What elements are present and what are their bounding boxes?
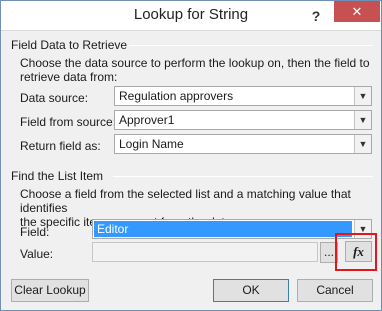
divider: [113, 176, 373, 177]
description-line: retrieve data from:: [20, 70, 118, 84]
close-button[interactable]: ✕: [334, 1, 380, 22]
return-field-dropdown[interactable]: Login Name ▼: [114, 134, 372, 154]
value-input[interactable]: [92, 242, 318, 262]
section-title-field-data: Field Data to Retrieve: [11, 38, 128, 52]
highlight-box: [335, 233, 377, 271]
field-label: Field:: [20, 225, 50, 239]
chevron-down-icon[interactable]: ▼: [354, 135, 371, 153]
lookup-dialog: Lookup for String ? ✕ Field Data to Retr…: [0, 0, 382, 311]
cancel-button[interactable]: Cancel: [297, 279, 373, 302]
value-label: Value:: [20, 247, 54, 261]
clear-lookup-button[interactable]: Clear Lookup: [11, 279, 89, 302]
field-dropdown[interactable]: Editor ▼: [92, 219, 372, 239]
field-from-source-dropdown[interactable]: Approver1 ▼: [114, 110, 372, 130]
field-data-description: Choose the data source to perform the lo…: [20, 56, 370, 84]
return-field-value: Login Name: [119, 137, 184, 151]
chevron-down-icon[interactable]: ▼: [354, 87, 371, 105]
return-field-label: Return field as:: [20, 139, 101, 153]
data-source-value: Regulation approvers: [119, 89, 234, 103]
field-from-source-label: Field from source:: [20, 115, 117, 129]
field-value-selected: Editor: [93, 220, 353, 238]
chevron-down-icon[interactable]: ▼: [354, 111, 371, 129]
description-line: Choose a field from the selected list an…: [20, 187, 351, 215]
help-button[interactable]: ?: [301, 5, 331, 27]
field-from-source-value: Approver1: [119, 113, 175, 127]
section-title-find-item: Find the List Item: [11, 169, 104, 183]
data-source-label: Data source:: [20, 91, 89, 105]
description-line: Choose the data source to perform the lo…: [20, 56, 370, 70]
divider: [129, 45, 373, 46]
data-source-dropdown[interactable]: Regulation approvers ▼: [114, 86, 372, 106]
title-bar: Lookup for String ? ✕: [1, 1, 381, 31]
ok-button[interactable]: OK: [213, 279, 289, 302]
